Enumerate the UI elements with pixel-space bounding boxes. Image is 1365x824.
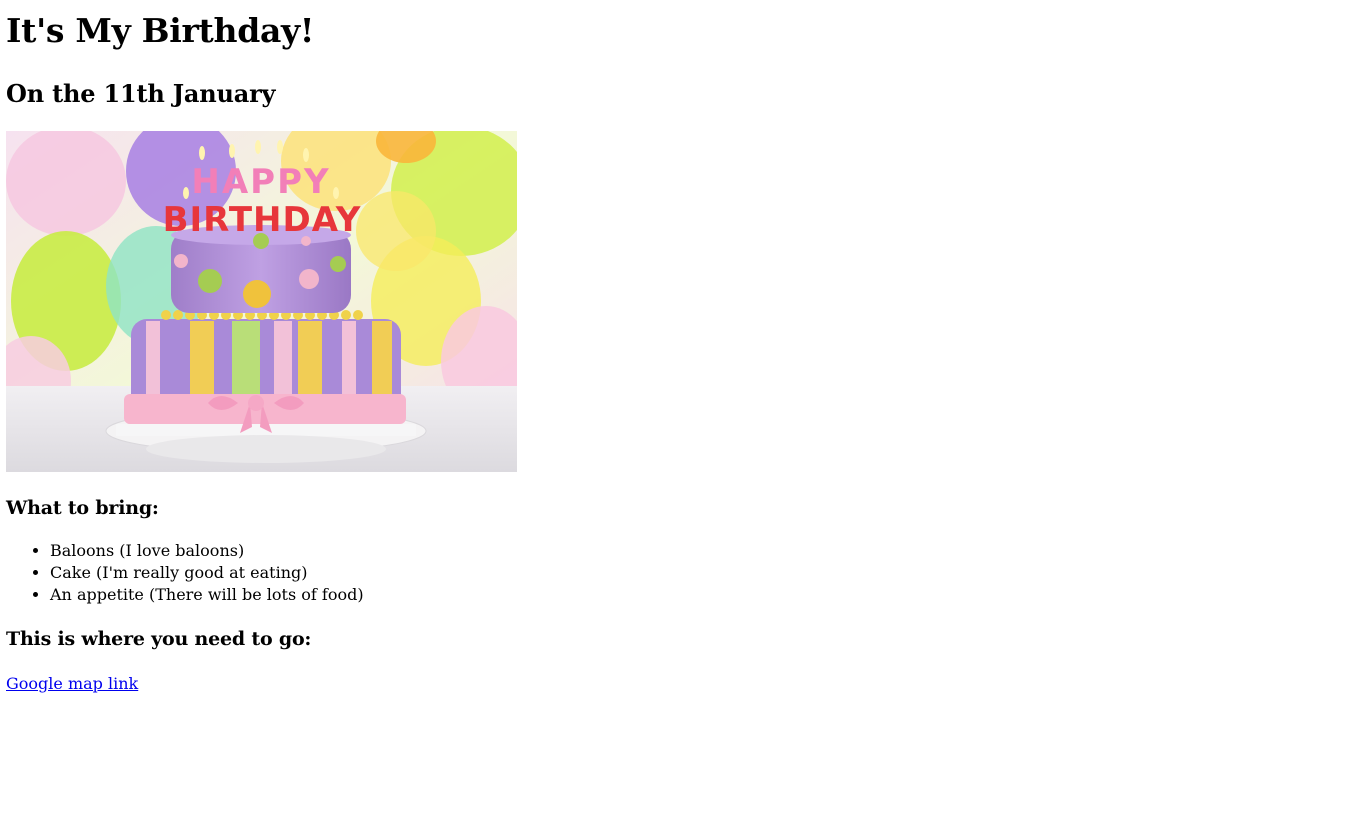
date-subtitle: On the 11th January: [6, 79, 276, 108]
bring-list: Baloons (I love baloons) Cake (I'm reall…: [6, 540, 1356, 606]
svg-text:BIRTHDAY: BIRTHDAY: [163, 200, 362, 240]
page-content: It's My Birthday! On the 11th January HA…: [6, 0, 1356, 695]
google-map-link[interactable]: Google map link: [6, 674, 138, 693]
list-item: An appetite (There will be lots of food): [50, 584, 1356, 606]
list-item: Baloons (I love baloons): [50, 540, 1356, 562]
location-heading: This is where you need to go:: [6, 628, 312, 650]
svg-text:HAPPY: HAPPY: [191, 162, 330, 202]
map-link-paragraph: Google map link: [6, 673, 1356, 695]
what-to-bring-heading: What to bring:: [6, 497, 159, 519]
page-title: It's My Birthday!: [6, 11, 315, 50]
birthday-cake-image: HAPPY BIRTHDAY: [6, 131, 517, 472]
list-item: Cake (I'm really good at eating): [50, 562, 1356, 584]
